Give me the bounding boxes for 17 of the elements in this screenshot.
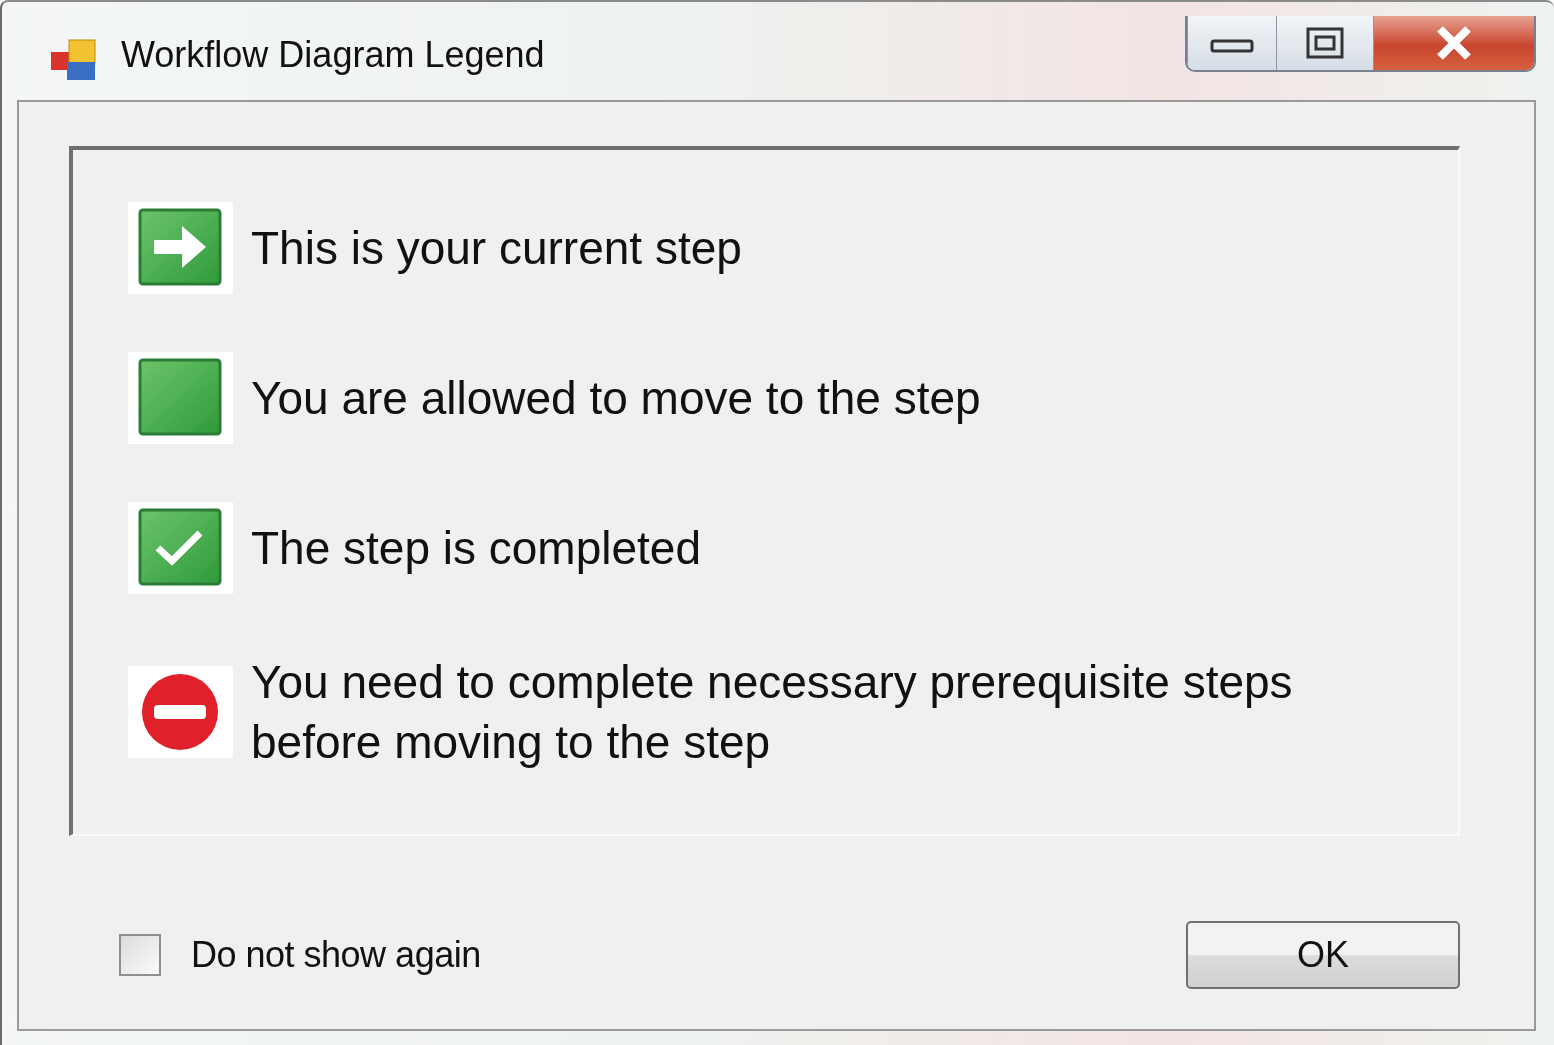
close-icon xyxy=(1434,25,1474,61)
no-entry-icon xyxy=(128,666,233,758)
window-title: Workflow Diagram Legend xyxy=(121,34,545,76)
checkmark-icon xyxy=(128,502,233,594)
legend-text: The step is completed xyxy=(251,521,701,576)
checkbox-label: Do not show again xyxy=(191,934,481,976)
legend-text: This is your current step xyxy=(251,221,742,276)
ok-button[interactable]: OK xyxy=(1186,921,1460,989)
minimize-button[interactable] xyxy=(1187,16,1276,70)
app-icon xyxy=(49,38,99,82)
legend-text: You are allowed to move to the step xyxy=(251,371,981,426)
maximize-button[interactable] xyxy=(1276,16,1373,70)
legend-text: You need to complete necessary prerequisite steps before moving to the step xyxy=(251,655,1294,770)
square-icon xyxy=(128,352,233,444)
close-button[interactable] xyxy=(1373,16,1534,70)
checkbox[interactable] xyxy=(119,934,161,976)
maximize-icon xyxy=(1305,26,1345,60)
